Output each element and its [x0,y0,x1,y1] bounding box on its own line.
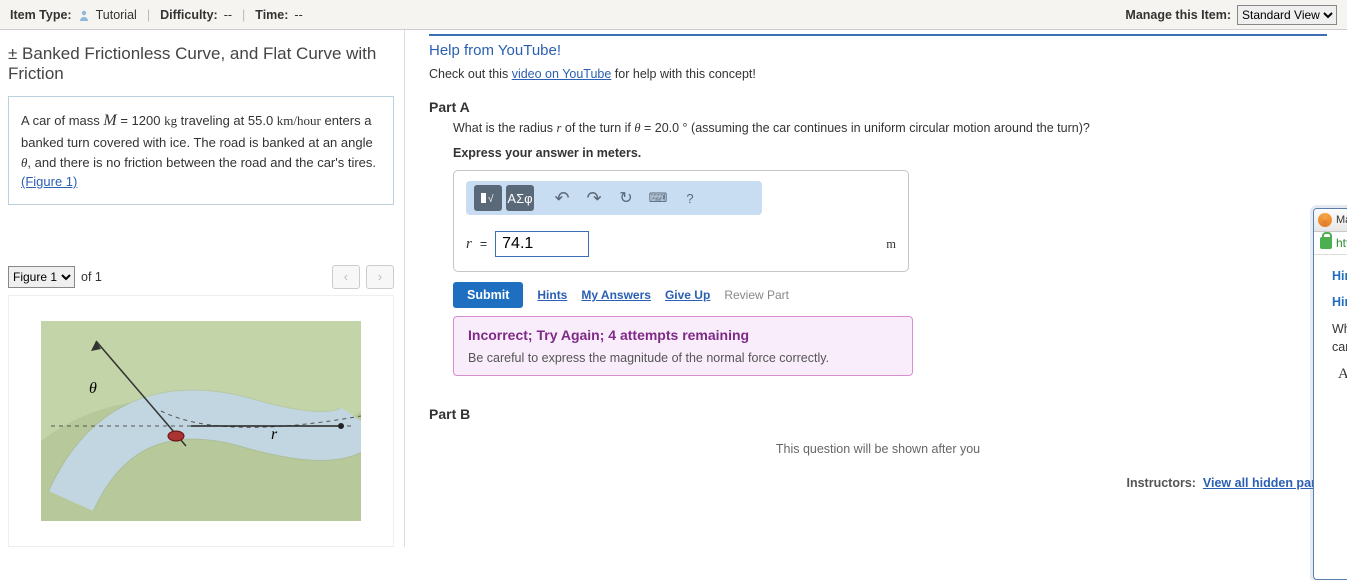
figure-select[interactable]: Figure 1 [8,266,75,288]
svg-text:θ: θ [89,380,97,397]
feedback-body: Be careful to express the magnitude of t… [468,351,898,365]
popup-title: MasteringPhysics: Walker, Physics 5e Dem… [1336,214,1347,226]
redo-button[interactable]: ↷ [580,185,608,211]
review-part-link[interactable]: Review Part [724,288,789,302]
figure-of-label: of 1 [81,270,102,284]
view-select[interactable]: Standard View [1237,5,1337,25]
hint-2-row[interactable]: Hint 2. Identify the free-body diagram a… [1332,295,1347,309]
person-icon [78,9,90,21]
unit-label: m [886,237,896,252]
youtube-header: Help from YouTube! [429,42,1327,59]
popup-favicon [1318,213,1332,227]
manage-item-label: Manage this Item: [1125,8,1231,22]
lock-icon [1320,237,1332,249]
part-b-header: Part B [429,406,1327,422]
equation-toolbar: √ ΑΣφ ↶ ↷ ↻ ⌨ ? [466,181,762,215]
problem-panel: ± Banked Frictionless Curve, and Flat Cu… [0,30,405,547]
svg-text:r: r [271,426,278,443]
popup-body[interactable]: Hint 1. How to approach the problem (cli… [1314,255,1347,580]
item-type-value: Tutorial [96,8,137,22]
time-label: Time: [255,8,288,22]
answer-box: √ ΑΣφ ↶ ↷ ↻ ⌨ ? r = m [453,170,909,272]
answer-input[interactable] [495,231,589,257]
part-a-header: Part A [429,99,1327,115]
part-a-instruction: Express your answer in meters. [453,146,1327,160]
give-up-link[interactable]: Give Up [665,288,710,302]
undo-button[interactable]: ↶ [548,185,576,211]
hint-popup-window: MasteringPhysics: Walker, Physics 5e Dem… [1313,208,1347,580]
assignment-panel: Help from YouTube! Check out this video … [405,30,1347,547]
part-a-question: What is the radius r of the turn if θ = … [453,121,1327,136]
svg-text:√: √ [488,193,494,205]
keyboard-button[interactable]: ⌨ [644,185,672,211]
figure-image: θ r [8,295,394,547]
popup-titlebar[interactable]: MasteringPhysics: Walker, Physics 5e Dem… [1314,209,1347,232]
figure-prev-button[interactable]: ‹ [332,265,360,289]
fbd-diagrams: A y x n⃗ Mg [1332,366,1347,496]
problem-statement: A car of mass M = 1200 kg traveling at 5… [8,96,394,205]
my-answers-link[interactable]: My Answers [581,288,651,302]
feedback-head: Incorrect; Try Again; 4 attempts remaini… [468,327,898,343]
part-b-placeholder: This question will be shown after you [429,442,1327,456]
youtube-line: Check out this video on YouTube for help… [429,67,1327,81]
hints-link[interactable]: Hints [537,288,567,302]
top-toolbar: Item Type: Tutorial | Difficulty: -- | T… [0,0,1347,30]
reset-button[interactable]: ↻ [612,185,640,211]
greek-button[interactable]: ΑΣφ [506,185,534,211]
problem-title: ± Banked Frictionless Curve, and Flat Cu… [8,44,394,84]
figure-next-button[interactable]: › [366,265,394,289]
eq-lhs: r [466,236,472,253]
instructors-label: Instructors: [1126,476,1195,490]
hint-2-body: Which of the following diagrams represen… [1332,321,1347,356]
view-hidden-parts-link[interactable]: View all hidden parts [1203,476,1327,490]
youtube-link[interactable]: video on YouTube [512,67,612,81]
hint-1-row[interactable]: Hint 1. How to approach the problem (cli… [1332,269,1347,283]
help-button[interactable]: ? [676,185,704,211]
time-value: -- [294,8,302,22]
eq-op: = [480,237,487,251]
item-type-label: Item Type: [10,8,72,22]
feedback-box: Incorrect; Try Again; 4 attempts remaini… [453,316,913,376]
difficulty-value: -- [224,8,232,22]
figure-link[interactable]: (Figure 1) [21,174,77,189]
template-button[interactable]: √ [474,185,502,211]
popup-urlbar[interactable]: https://session.masteringphysics.com/myc… [1314,232,1347,255]
submit-button[interactable]: Submit [453,282,523,308]
difficulty-label: Difficulty: [160,8,218,22]
